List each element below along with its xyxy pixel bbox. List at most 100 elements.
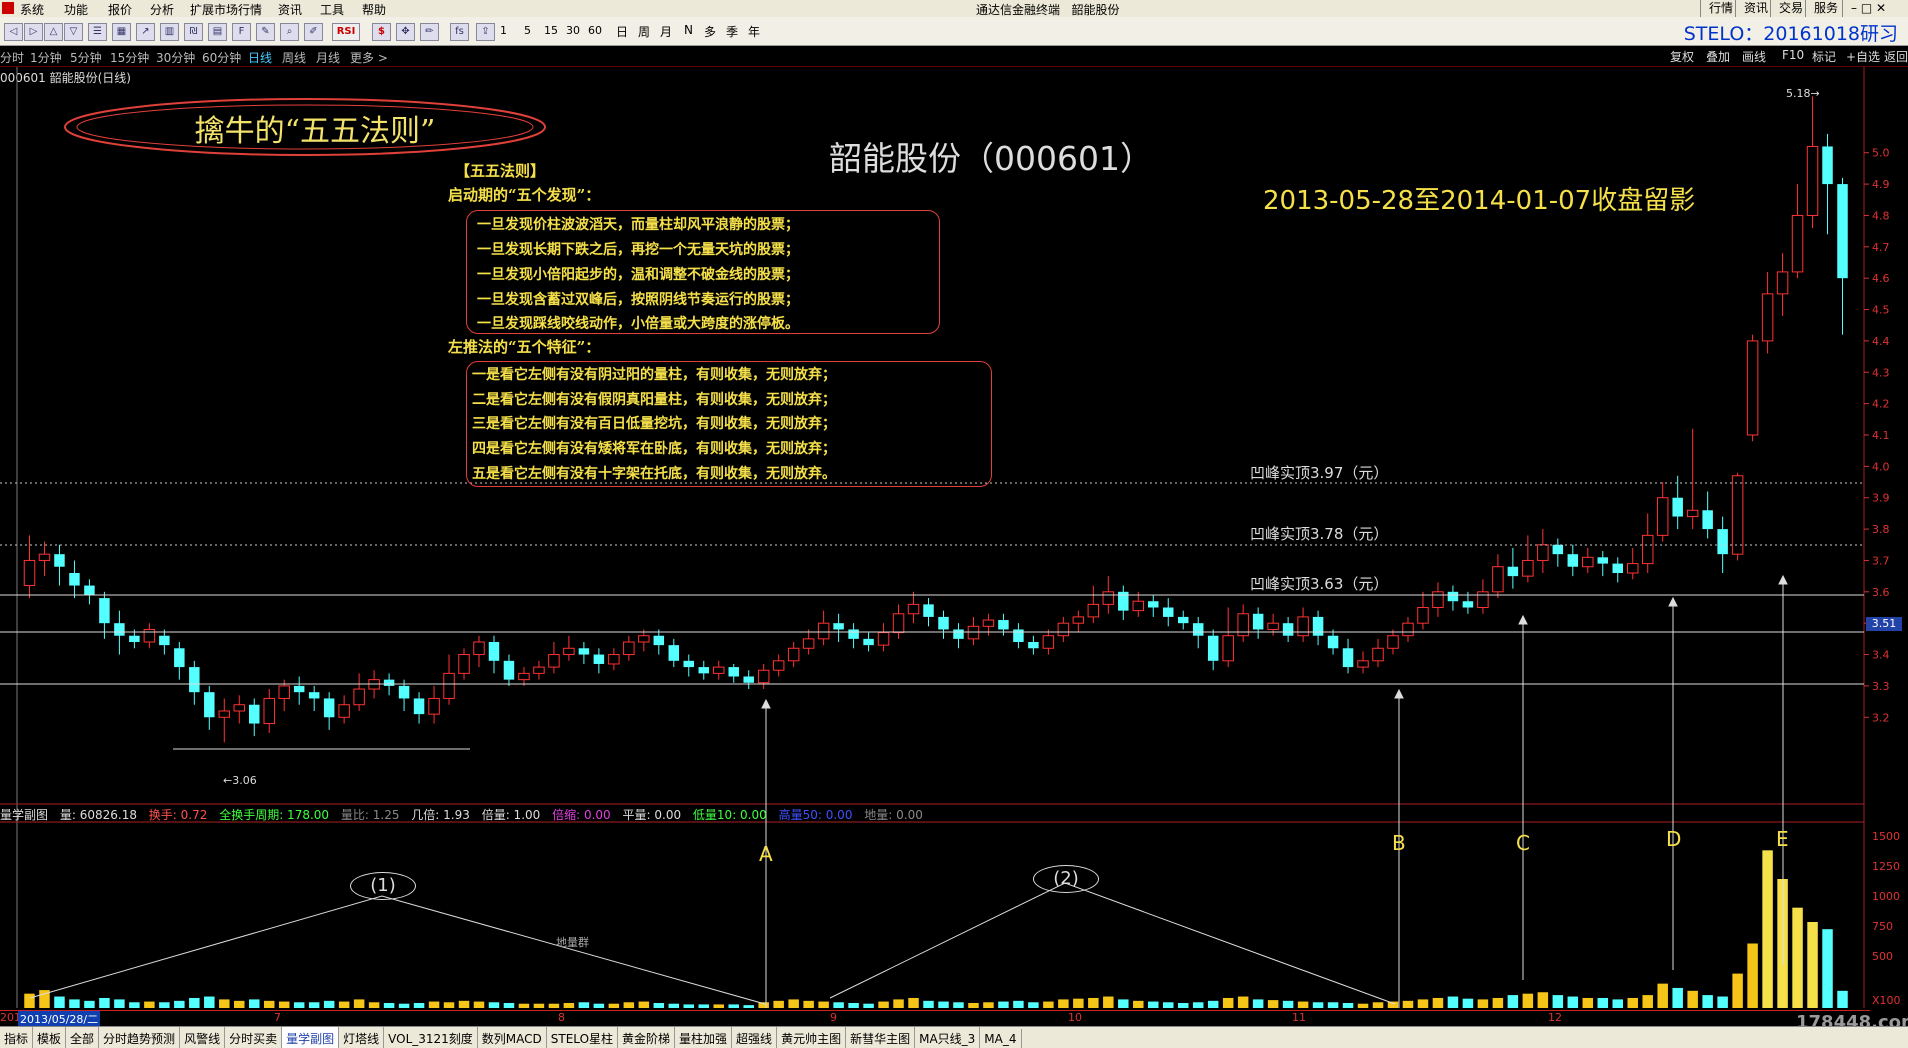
bottom-tab-9[interactable]: 数列MACD	[478, 1027, 547, 1048]
period-tab-1min[interactable]: 1分钟	[30, 49, 62, 66]
bottom-tab-12[interactable]: 量柱加强	[675, 1027, 733, 1048]
volume-bar	[968, 1002, 979, 1008]
menu-bar: 系统 功能 报价 分析 扩展市场行情 资讯 工具 帮助 通达信金融终端 韶能股份…	[0, 0, 1908, 17]
price-axis-tick: 4.6	[1872, 272, 1890, 285]
bottom-tab-8[interactable]: VOL_3121刻度	[384, 1027, 478, 1048]
volume-bar	[803, 1000, 814, 1008]
bottom-tab-16[interactable]: MA只线_3	[915, 1027, 981, 1048]
period-month-button[interactable]: 月	[660, 23, 672, 40]
volume-bar	[114, 999, 125, 1008]
list-icon[interactable]: ☰	[88, 23, 107, 41]
bottom-tab-2[interactable]: 全部	[66, 1027, 100, 1048]
table-icon[interactable]: ▤	[208, 23, 227, 41]
period-tab-15min[interactable]: 15分钟	[110, 49, 149, 66]
bottom-tab-5[interactable]: 分时买卖	[225, 1027, 283, 1048]
volume-bar	[668, 1003, 680, 1008]
bottom-tab-7[interactable]: 灯塔线	[339, 1027, 385, 1048]
bottom-tab-14[interactable]: 黄元帅主图	[777, 1027, 847, 1048]
overlay-button[interactable]: 叠加	[1706, 48, 1730, 65]
pen-icon[interactable]: ✏	[420, 23, 439, 41]
right-menu-service[interactable]: 服务	[1805, 0, 1846, 17]
bottom-tab-1[interactable]: 模板	[33, 1027, 67, 1048]
bottom-tab-4[interactable]: 风警线	[180, 1027, 226, 1048]
window-controls[interactable]: – □ ✕	[1842, 0, 1908, 17]
menu-extended-market[interactable]: 扩展市场行情	[190, 1, 262, 18]
period-season-button[interactable]: 季	[726, 23, 738, 40]
volume-bar	[443, 1002, 455, 1008]
arrows	[761, 574, 1788, 1008]
indicator-name[interactable]: 量学副图	[0, 808, 48, 822]
period-tab-60min[interactable]: 60分钟	[202, 49, 241, 66]
menu-function[interactable]: 功能	[64, 1, 88, 18]
draw-icon[interactable]: ✐	[304, 23, 323, 41]
circle-marker-1: (1)	[350, 872, 416, 900]
period-1-button[interactable]: 1	[500, 24, 507, 37]
export-icon[interactable]: ⇪	[476, 23, 495, 41]
back-icon[interactable]: ◁	[4, 23, 23, 41]
volume-bar	[1118, 999, 1129, 1008]
candle-body	[743, 676, 754, 683]
mark-button[interactable]: 标记	[1812, 48, 1836, 65]
notes-icon[interactable]: ✎	[256, 23, 275, 41]
volume-bar	[1073, 998, 1084, 1008]
period-5-button[interactable]: 5	[524, 24, 531, 37]
period-tab-day[interactable]: 日线	[248, 49, 272, 66]
period-30-button[interactable]: 30	[566, 24, 580, 37]
period-tab-week[interactable]: 周线	[282, 49, 306, 66]
period-n-button[interactable]: N	[684, 23, 693, 37]
f10-button[interactable]: F10	[1782, 48, 1804, 62]
crosshair-icon[interactable]: ✥	[396, 23, 415, 41]
volume-bar	[1372, 1002, 1384, 1008]
bar-chart-icon[interactable]: ▥	[160, 23, 179, 41]
volume-note: 地量群	[556, 936, 589, 949]
price-axis-tick: 4.9	[1872, 178, 1890, 191]
quote-icon[interactable]: ₪	[184, 23, 203, 41]
bottom-tab-11[interactable]: 黄金阶梯	[618, 1027, 676, 1048]
price-axis-tick: 3.4	[1872, 649, 1890, 662]
menu-system[interactable]: 系统	[20, 1, 44, 18]
up-icon[interactable]: △	[44, 23, 63, 41]
period-tab-more[interactable]: 更多 >	[350, 49, 388, 66]
period-60-button[interactable]: 60	[588, 24, 602, 37]
back-button[interactable]: 返回	[1884, 48, 1908, 65]
fs-icon[interactable]: fs	[450, 23, 469, 41]
bottom-tab-15[interactable]: 新彗华主图	[846, 1027, 916, 1048]
date-month-12: 12	[1548, 1011, 1562, 1024]
restore-rights-button[interactable]: 复权	[1670, 48, 1694, 65]
period-day-button[interactable]: 日	[616, 23, 628, 40]
candle-body	[1432, 591, 1444, 608]
bottom-tab-6[interactable]: 量学副图	[282, 1027, 340, 1048]
down-icon[interactable]: ▽	[64, 23, 83, 41]
bottom-tab-3[interactable]: 分时趋势预测	[99, 1027, 181, 1048]
bottom-tab-13[interactable]: 超强线	[732, 1027, 778, 1048]
bottom-tab-0[interactable]: 指标	[0, 1027, 34, 1048]
period-15-button[interactable]: 15	[544, 24, 558, 37]
menu-analysis[interactable]: 分析	[150, 1, 174, 18]
bottom-tab-17[interactable]: MA_4	[980, 1029, 1022, 1048]
period-week-button[interactable]: 周	[638, 23, 650, 40]
draw-line-button[interactable]: 画线	[1742, 48, 1766, 65]
f10-icon[interactable]: F	[232, 23, 251, 41]
period-tab-month[interactable]: 月线	[316, 49, 340, 66]
bottom-tab-10[interactable]: STELO星柱	[547, 1027, 619, 1048]
zoom-icon[interactable]: ⌕	[280, 23, 299, 41]
menu-news[interactable]: 资讯	[278, 1, 302, 18]
window-title: 通达信金融终端 韶能股份	[976, 3, 1120, 17]
period-tab-30min[interactable]: 30分钟	[156, 49, 195, 66]
add-watchlist-button[interactable]: +自选	[1846, 48, 1880, 65]
rsi-icon[interactable]: RSI	[332, 23, 360, 41]
money-icon[interactable]: $	[372, 23, 391, 41]
period-tab-5min[interactable]: 5分钟	[70, 49, 102, 66]
indicator-vol: 量: 60826.18	[59, 808, 137, 822]
feature-4: 四是看它左侧有没有矮将军在卧底，有则收集，无则放弃；	[472, 441, 836, 457]
chart-icon[interactable]: ↗	[136, 23, 155, 41]
grid-icon[interactable]: ▦	[112, 23, 131, 41]
menu-quote[interactable]: 报价	[108, 1, 132, 18]
period-multi-button[interactable]: 多	[704, 23, 716, 40]
menu-tools[interactable]: 工具	[320, 1, 344, 18]
forward-icon[interactable]: ▷	[24, 23, 43, 41]
candle-body	[1042, 635, 1055, 649]
period-year-button[interactable]: 年	[748, 23, 760, 40]
menu-help[interactable]: 帮助	[362, 1, 386, 18]
period-tab-minute[interactable]: 分时	[0, 49, 24, 66]
